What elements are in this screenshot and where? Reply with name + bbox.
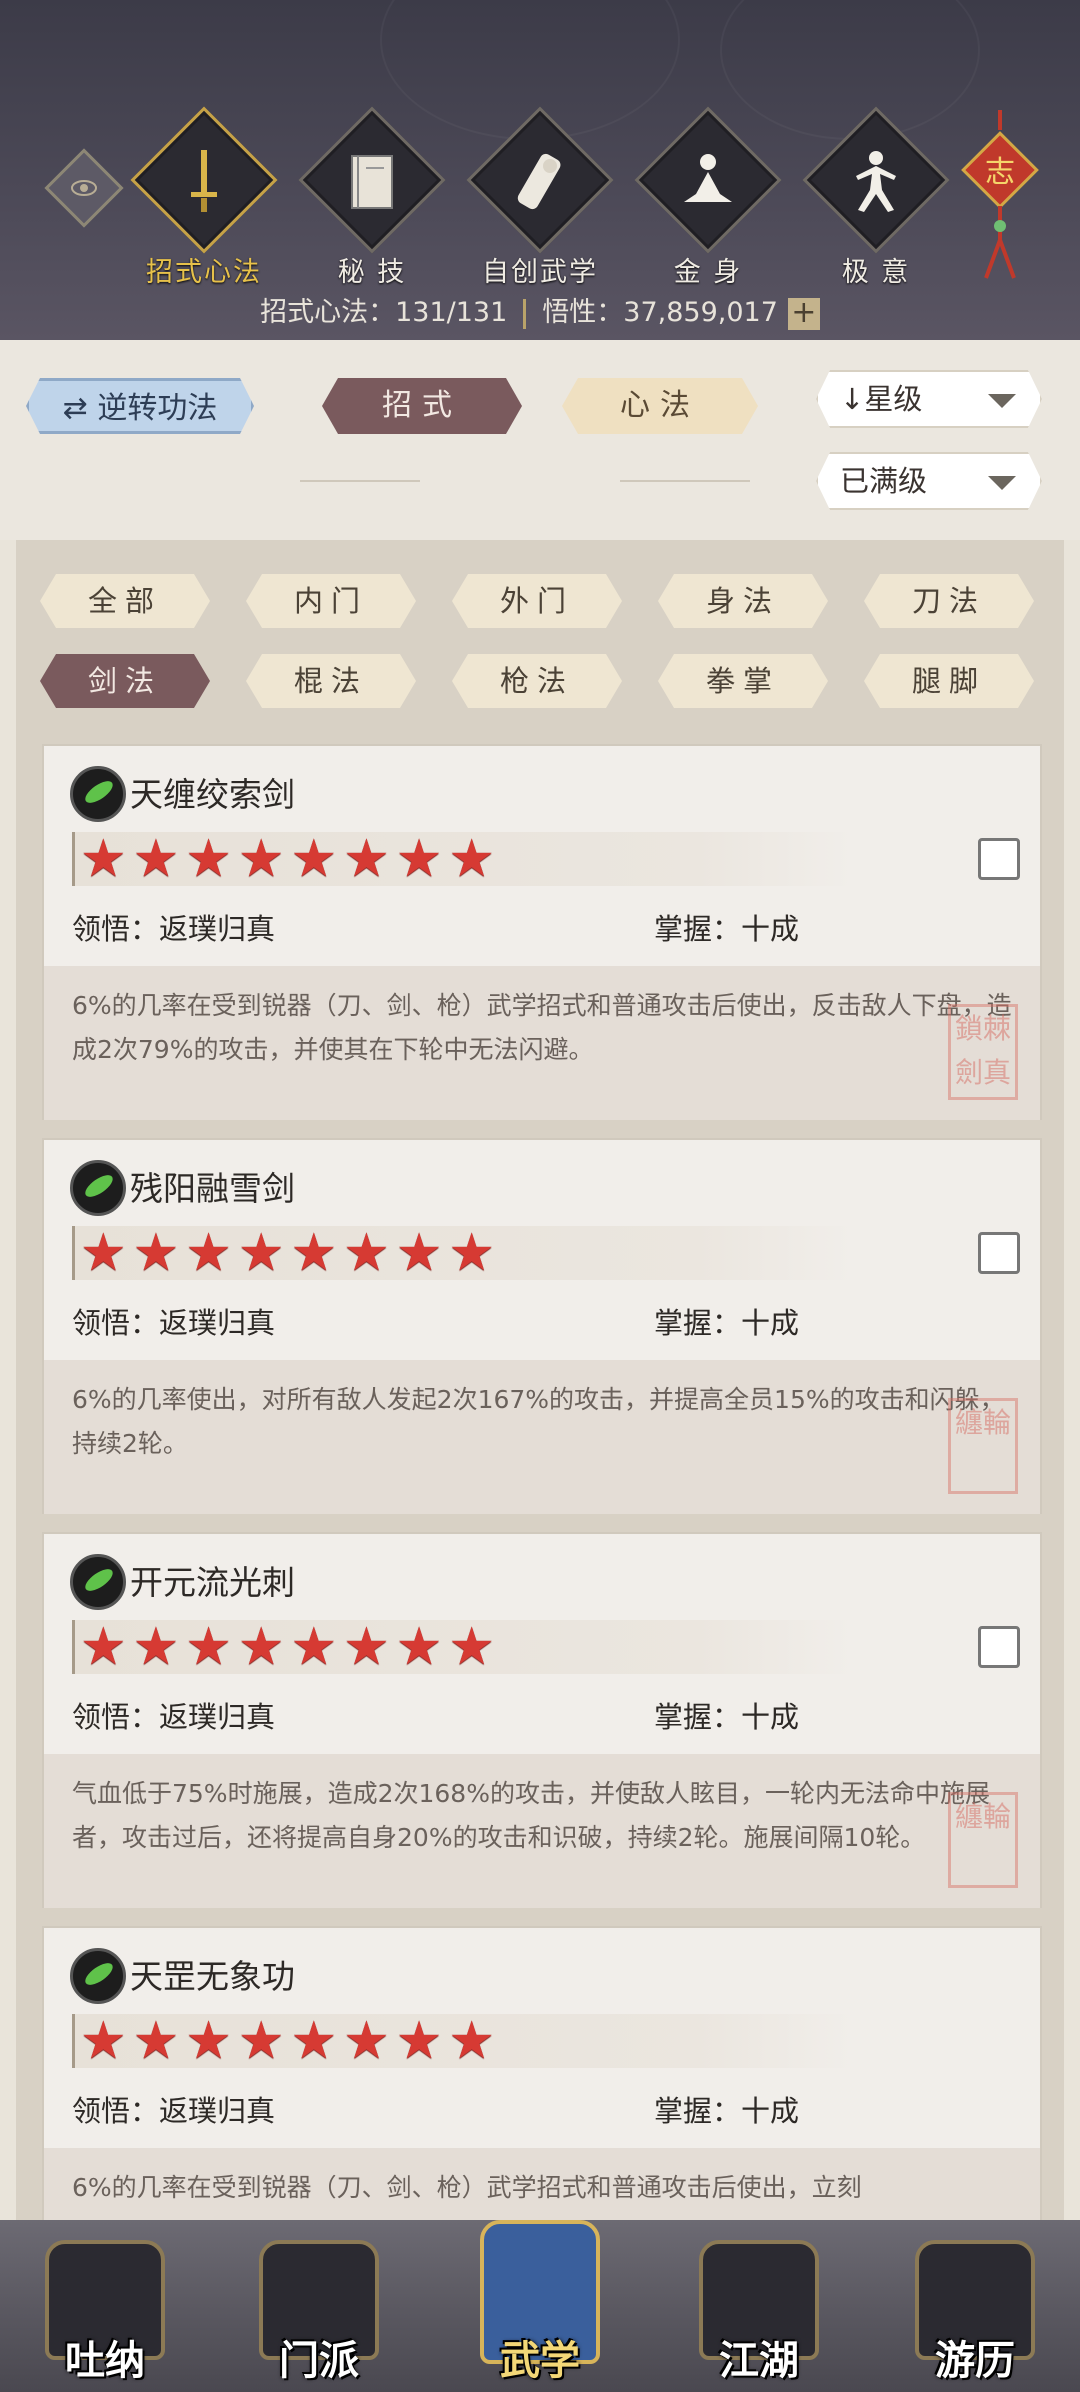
wuxing-value: 悟性：37,859,017 [542,297,778,328]
nav-label: 游历 [935,2337,1015,2384]
skill-name: 天缠绞索剑 [130,775,295,814]
level-filter-value: 已满级 [840,464,928,498]
header: 招式心法 秘 技 自创武学 金 身 极 意 志 招式心法：131/131 悟性：… [0,0,1080,340]
divider-ornament [620,480,750,482]
filter-shenfa[interactable]: 身法 [658,574,828,628]
skill-card[interactable]: 残阳融雪剑 ★★★★★★★★ 领悟：返璞归真 掌握：十成 6%的几率使出，对所有… [42,1138,1042,1514]
svg-text:志: 志 [985,155,1015,190]
tab-zhaoshi[interactable]: 招式 [322,378,522,434]
lingwu-label: 领悟：返璞归真 [72,1700,276,1734]
skill-type-badge-icon[interactable] [978,838,1020,880]
add-wuxing-button[interactable]: + [787,297,820,330]
tab-miji[interactable]: 秘 技 [298,106,446,289]
filter-all[interactable]: 全部 [40,574,210,628]
tab-xinfa[interactable]: 心法 [562,378,758,434]
star-rating: ★★★★★★★★ [80,1223,501,1283]
tab-jinshen[interactable]: 金 身 [634,106,782,289]
divider-ornament [300,480,420,482]
chevron-down-icon [988,476,1016,490]
tab-label: 自创武学 [482,257,598,288]
progress-stats: 招式心法：131/131 悟性：37,859,017 + [0,290,1080,330]
tab-label: 秘 技 [337,257,407,288]
bottom-nav: 吐纳 门派 武学 江湖 游历 [0,2220,1080,2392]
level-filter-select[interactable]: 已满级 [816,452,1042,510]
seal-stamp: 纏輪 [948,1398,1018,1494]
skill-leaf-icon [70,766,126,822]
seal-stamp: 纏輪 [948,1792,1018,1888]
seal-stamp: 鎖棘劍真 [948,1004,1018,1100]
filter-waimen[interactable]: 外门 [452,574,622,628]
eye-icon [71,180,97,196]
zhangwo-label: 掌握：十成 [654,2094,800,2128]
tab-jiyi[interactable]: 极 意 [802,106,950,289]
chinese-knot-icon[interactable]: 志 [960,110,1040,280]
skill-description: 气血低于75%时施展，造成2次168%的攻击，并使敌人眩目，一轮内无法命中施展者… [44,1754,1040,1908]
sort-value: 星级 [864,382,923,416]
filter-gunfa[interactable]: 棍法 [246,654,416,708]
skill-description: 6%的几率在受到锐器（刀、剑、枪）武学招式和普通攻击后使出，反击敌人下盘，造成2… [44,966,1040,1120]
chevron-down-icon [988,394,1016,408]
tab-label: 极 意 [841,257,911,288]
meditate-icon [684,154,732,202]
lingwu-label: 领悟：返璞归真 [72,1306,276,1340]
view-toggle-button[interactable] [44,148,124,228]
lingwu-label: 领悟：返璞归真 [72,2094,276,2128]
book-icon [351,155,393,209]
skill-leaf-icon [70,1160,126,1216]
skill-list-panel: 全部 内门 外门 身法 刀法 剑法 棍法 枪法 拳掌 腿脚 天缠绞索剑 ★★★★… [16,540,1064,2220]
sword-icon [191,150,217,212]
nav-jianghu[interactable]: 江湖 [684,2220,834,2392]
reverse-gongfa-button[interactable]: ⇄ 逆转功法 [26,378,254,434]
tab-label: 招式心法 [146,257,262,288]
tab-zichuang-wuxue[interactable]: 自创武学 [466,106,614,289]
sort-select[interactable]: ↓星级 [816,370,1042,428]
nav-label: 门派 [279,2337,359,2384]
martial-pose-icon [856,151,896,212]
skill-description: 6%的几率在受到锐器（刀、剑、枪）武学招式和普通攻击后使出，立刻 [44,2148,1040,2220]
nav-wuxue[interactable]: 武学 [465,2220,615,2392]
filter-quanzhang[interactable]: 拳掌 [658,654,828,708]
arrow-down-icon: ↓ [840,382,865,416]
filter-tuijiao[interactable]: 腿脚 [864,654,1034,708]
filter-qiangfa[interactable]: 枪法 [452,654,622,708]
nav-label: 武学 [500,2337,580,2384]
skill-card[interactable]: 天罡无象功 ★★★★★★★★ 领悟：返璞归真 掌握：十成 6%的几率在受到锐器（… [42,1926,1042,2220]
nav-menpai[interactable]: 门派 [244,2220,394,2392]
skill-name: 开元流光刺 [130,1563,295,1602]
zhangwo-label: 掌握：十成 [654,912,800,946]
nav-label: 江湖 [719,2337,799,2384]
skill-type-badge-icon[interactable] [978,1626,1020,1668]
tab-label: 金 身 [673,257,743,288]
skill-leaf-icon [70,1554,126,1610]
star-rating: ★★★★★★★★ [80,1617,501,1677]
filter-daofa[interactable]: 刀法 [864,574,1034,628]
star-rating: ★★★★★★★★ [80,829,501,889]
zhangwo-label: 掌握：十成 [654,1700,800,1734]
skill-card[interactable]: 开元流光刺 ★★★★★★★★ 领悟：返璞归真 掌握：十成 气血低于75%时施展，… [42,1532,1042,1908]
nav-youli[interactable]: 游历 [900,2220,1050,2392]
filter-jianfa[interactable]: 剑法 [40,654,210,708]
star-rating: ★★★★★★★★ [80,2011,501,2071]
zhangwo-label: 掌握：十成 [654,1306,800,1340]
toolbar: ⇄ 逆转功法 招式 心法 ↓星级 已满级 [0,340,1080,540]
filter-neimen[interactable]: 内门 [246,574,416,628]
scroll-icon [517,153,561,210]
tab-zhaoshi-xinfa[interactable]: 招式心法 [130,106,278,289]
skill-name: 残阳融雪剑 [130,1169,295,1208]
skill-leaf-icon [70,1948,126,2004]
skill-description: 6%的几率使出，对所有敌人发起2次167%的攻击，并提高全员15%的攻击和闪躲，… [44,1360,1040,1514]
skill-type-badge-icon[interactable] [978,1232,1020,1274]
reverse-label: 逆转功法 [97,391,218,426]
lingwu-label: 领悟：返璞归真 [72,912,276,946]
skill-card[interactable]: 天缠绞索剑 ★★★★★★★★ 领悟：返璞归真 掌握：十成 6%的几率在受到锐器（… [42,744,1042,1120]
swap-icon: ⇄ [62,391,98,426]
zhaoshi-count: 招式心法：131/131 [260,297,508,328]
nav-label: 吐纳 [65,2337,145,2384]
nav-tuna[interactable]: 吐纳 [30,2220,180,2392]
skill-name: 天罡无象功 [130,1957,295,1996]
